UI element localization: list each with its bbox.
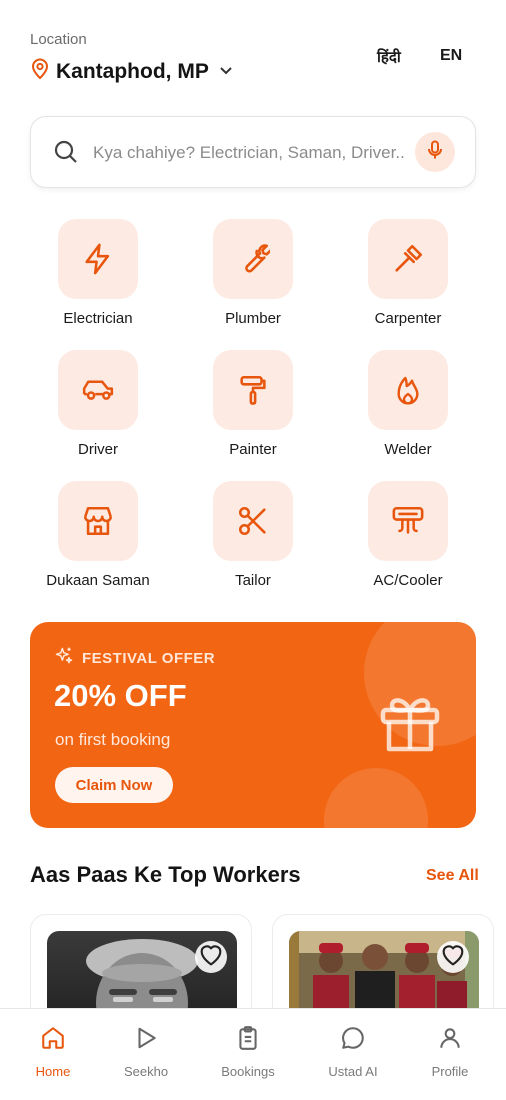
favorite-button[interactable] [437,941,469,973]
chat-bubble-icon [340,1027,366,1055]
offer-tag: FESTIVAL OFFER [54,646,215,670]
paint-roller-icon [213,350,293,430]
category-ac-cooler[interactable]: AC/Cooler [343,481,473,589]
category-label: AC/Cooler [373,572,443,589]
search-input[interactable]: Kya chahiye? Electrician, Saman, Driver.… [93,143,405,163]
heart-icon [197,941,225,974]
see-all-link[interactable]: See All [426,867,479,885]
search-bar[interactable]: Kya chahiye? Electrician, Saman, Driver.… [30,116,476,188]
category-welder[interactable]: Welder [343,350,473,458]
category-tailor[interactable]: Tailor [188,481,318,589]
nav-home[interactable]: Home [13,1025,93,1079]
language-hindi-button[interactable]: हिंदी [377,47,401,67]
decorative-circle [324,768,428,828]
category-painter[interactable]: Painter [188,350,318,458]
nav-label: Home [35,1064,71,1079]
clipboard-icon [235,1026,261,1055]
location-selector[interactable]: Kantaphod, MP [30,58,233,85]
category-label: Dukaan Saman [46,572,150,589]
hammer-icon [368,219,448,299]
category-label: Welder [384,441,432,458]
category-label: Plumber [225,310,281,327]
search-icon [53,139,79,170]
claim-now-button[interactable]: Claim Now [55,767,173,803]
nav-label: Bookings [221,1064,275,1079]
wrench-icon [213,219,293,299]
nav-ustad-ai[interactable]: Ustad AI [313,1025,393,1079]
nav-profile[interactable]: Profile [410,1025,490,1079]
category-label: Driver [78,441,118,458]
nav-seekho[interactable]: Seekho [106,1025,186,1079]
category-driver[interactable]: Driver [33,350,163,458]
language-english-button[interactable]: EN [440,47,462,65]
category-label: Painter [229,441,277,458]
mic-button[interactable] [415,132,455,172]
user-icon [437,1028,463,1055]
festival-offer-banner[interactable]: FESTIVAL OFFER 20% OFF on first booking … [30,622,476,828]
air-conditioner-icon [368,481,448,561]
offer-headline: 20% OFF [54,678,187,713]
sparkles-icon [54,646,74,670]
favorite-button[interactable] [195,941,227,973]
location-value: Kantaphod, MP [56,59,209,83]
nav-label: Seekho [123,1064,169,1079]
chevron-down-icon [219,63,233,81]
category-carpenter[interactable]: Carpenter [343,219,473,327]
store-icon [58,481,138,561]
mic-icon [426,140,444,165]
offer-tag-text: FESTIVAL OFFER [82,649,216,667]
section-title: Aas Paas Ke Top Workers [30,862,301,887]
category-label: Tailor [235,572,271,589]
offer-subtext: on first booking [55,730,171,749]
category-label: Electrician [63,310,133,327]
nav-label: Profile [431,1064,469,1079]
car-icon [58,350,138,430]
heart-icon [439,941,467,974]
location-label: Location [30,31,87,48]
scissors-icon [213,481,293,561]
nav-label: Ustad AI [328,1064,378,1079]
home-icon [40,1027,66,1055]
category-label: Carpenter [374,310,442,327]
map-pin-icon [30,58,50,85]
play-icon [133,1027,159,1055]
flame-icon [368,350,448,430]
category-dukaan-saman[interactable]: Dukaan Saman [33,481,163,589]
category-plumber[interactable]: Plumber [188,219,318,327]
nav-bookings[interactable]: Bookings [208,1025,288,1079]
bottom-navigation: Home Seekho Bookings Ustad AI Profile [0,1008,506,1100]
gift-icon [374,686,446,763]
category-electrician[interactable]: Electrician [33,219,163,327]
bolt-icon [58,219,138,299]
